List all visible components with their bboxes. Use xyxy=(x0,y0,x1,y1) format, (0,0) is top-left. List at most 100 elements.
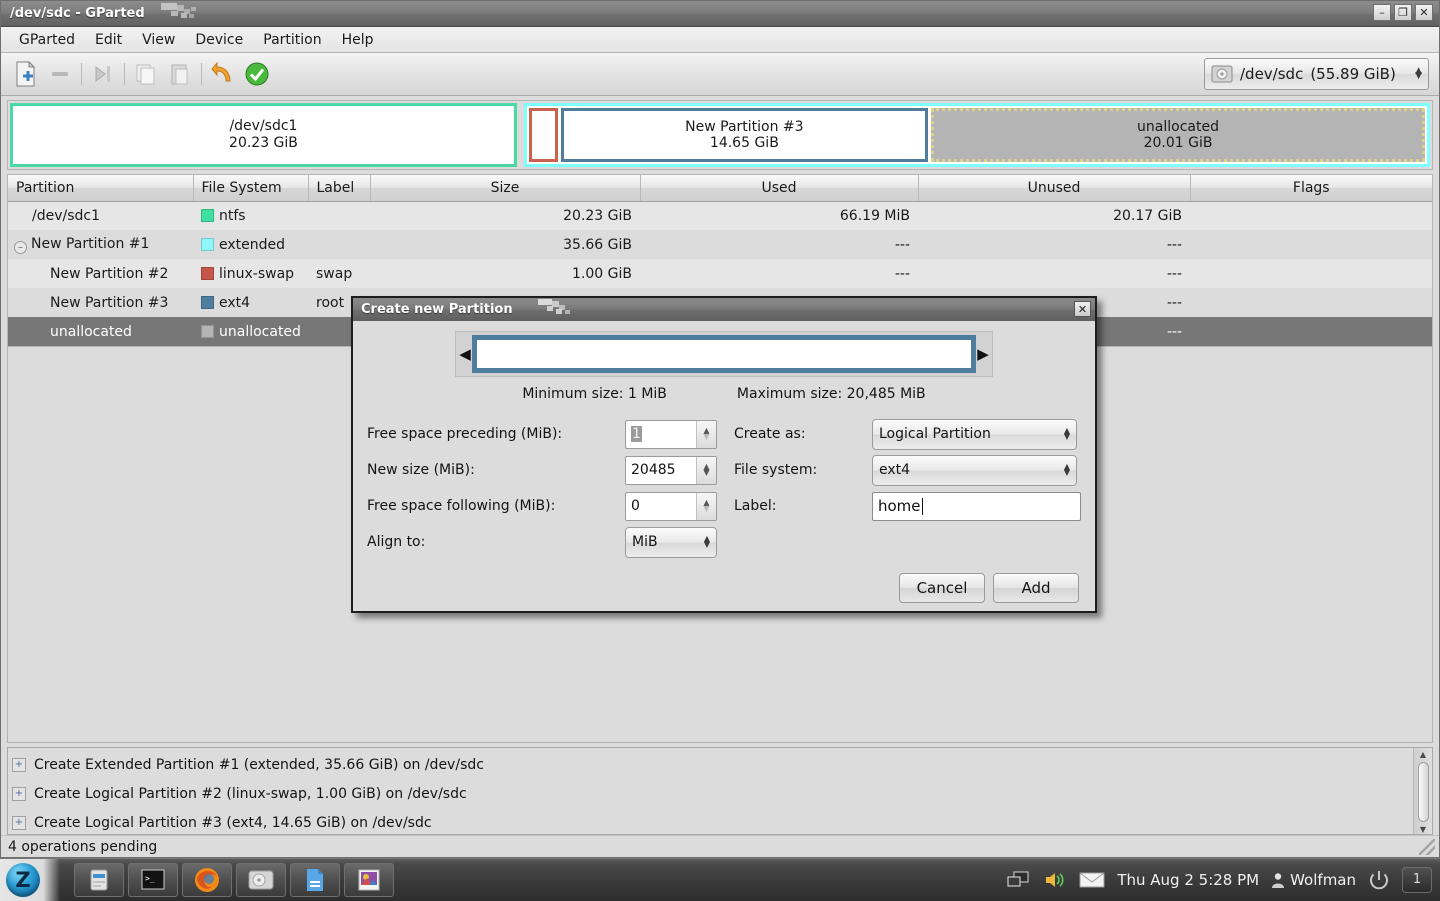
menu-help[interactable]: Help xyxy=(332,29,384,51)
image-viewer-button[interactable] xyxy=(344,862,394,897)
column-header-partition[interactable]: Partition xyxy=(8,175,194,202)
column-header-used[interactable]: Used xyxy=(640,175,919,202)
close-button[interactable]: ✕ xyxy=(1415,4,1433,21)
label-row: Label: home xyxy=(734,488,1081,524)
disk-block-extended[interactable]: New Partition #3 14.65 GiB unallocated 2… xyxy=(524,103,1430,167)
list-item[interactable]: + Create Logical Partition #3 (ext4, 14.… xyxy=(12,808,1413,837)
disk-block-sdc1[interactable]: /dev/sdc1 20.23 GiB xyxy=(10,103,517,167)
apply-button[interactable] xyxy=(240,58,274,90)
column-header-unused[interactable]: Unused xyxy=(918,175,1191,202)
menu-gparted[interactable]: GParted xyxy=(9,29,85,51)
label-input[interactable]: home xyxy=(872,491,1081,521)
start-menu-button[interactable]: Z xyxy=(0,858,60,901)
new-size-stepper[interactable]: ▲ ▼ xyxy=(696,456,716,484)
column-header-label[interactable]: Label xyxy=(308,175,371,202)
create-as-select[interactable]: Logical Partition ▲ ▼ xyxy=(872,418,1077,450)
cell-filesystem: ext4 xyxy=(193,288,308,317)
column-header-flags[interactable]: Flags xyxy=(1190,175,1432,202)
scrollbar-thumb[interactable] xyxy=(1417,762,1429,822)
maximize-button[interactable]: ❐ xyxy=(1394,4,1412,21)
disk-utility-button[interactable] xyxy=(236,862,286,897)
document-viewer-button[interactable] xyxy=(290,862,340,897)
pending-operations-list: + Create Extended Partition #1 (extended… xyxy=(8,748,1413,834)
create-as-caret-icon[interactable]: ▲ ▼ xyxy=(1064,427,1070,441)
workspace-switcher[interactable]: 1 xyxy=(1402,866,1432,893)
menu-view[interactable]: View xyxy=(132,29,185,51)
align-to-select[interactable]: MiB ▲ ▼ xyxy=(625,526,717,558)
file-manager-button[interactable] xyxy=(74,862,124,897)
free-space-preceding-stepper[interactable]: ▲ ▼ xyxy=(696,420,716,448)
add-button[interactable]: Add xyxy=(993,573,1079,603)
resize-handle-left-icon[interactable]: ◀ xyxy=(458,345,472,363)
partition-name: New Partition #1 xyxy=(31,235,150,252)
device-selector[interactable]: /dev/sdc (55.89 GiB) ▲ ▼ xyxy=(1204,58,1429,90)
column-header-filesystem[interactable]: File System xyxy=(193,175,309,202)
table-row[interactable]: New Partition #2 linux-swap swap 1.00 Gi… xyxy=(8,259,1432,288)
filesystem-color-swatch xyxy=(201,208,214,222)
free-space-following-input[interactable]: 0 ▲ ▼ xyxy=(625,491,717,521)
mail-icon[interactable] xyxy=(1079,871,1105,889)
delete-partition-button[interactable] xyxy=(43,58,77,90)
cell-unused: --- xyxy=(918,259,1190,288)
file-system-label: File system: xyxy=(734,462,818,478)
device-name: /dev/sdc xyxy=(1240,65,1304,83)
free-space-following-label: Free space following (MiB): xyxy=(367,498,556,514)
firefox-button[interactable] xyxy=(182,862,232,897)
partition-size-widget[interactable]: ◀ ▶ xyxy=(455,331,993,377)
menu-partition[interactable]: Partition xyxy=(253,29,331,51)
terminal-button[interactable]: >_ xyxy=(128,862,178,897)
list-item[interactable]: + Create Logical Partition #2 (linux-swa… xyxy=(12,779,1413,808)
resize-move-button[interactable] xyxy=(86,58,120,90)
file-system-caret-icon[interactable]: ▲ ▼ xyxy=(1064,463,1070,477)
list-item[interactable]: + Create Extended Partition #1 (extended… xyxy=(12,750,1413,779)
new-size-input[interactable]: 20485 ▲ ▼ xyxy=(625,455,717,485)
new-partition-button[interactable] xyxy=(9,58,43,90)
text-cursor xyxy=(921,497,923,515)
operations-scrollbar[interactable]: ▲ ▼ xyxy=(1413,748,1432,834)
toolbar-separator-2 xyxy=(124,63,125,85)
status-bar: 4 operations pending xyxy=(1,835,1439,857)
dialog-titlebar[interactable]: Create new Partition ✕ xyxy=(353,298,1095,321)
scroll-up-icon[interactable]: ▲ xyxy=(1420,750,1426,759)
cell-partition: New Partition #3 xyxy=(8,288,193,317)
disk-block-newpart3[interactable]: New Partition #3 14.65 GiB xyxy=(560,108,929,162)
table-row[interactable]: – New Partition #1 extended 35.66 GiB ---… xyxy=(8,230,1432,259)
free-space-following-stepper[interactable]: ▲ ▼ xyxy=(696,492,716,520)
resize-handle-right-icon[interactable]: ▶ xyxy=(976,345,990,363)
disk-block-newpart3-size: 14.65 GiB xyxy=(709,135,779,151)
new-document-icon xyxy=(16,61,36,87)
menu-edit[interactable]: Edit xyxy=(85,29,132,51)
cell-partition: unallocated xyxy=(8,317,193,346)
minus-icon xyxy=(52,72,68,76)
menu-device[interactable]: Device xyxy=(185,29,253,51)
file-system-select[interactable]: ext4 ▲ ▼ xyxy=(872,454,1077,486)
cell-unused: --- xyxy=(918,230,1190,259)
undo-button[interactable] xyxy=(206,58,240,90)
align-to-caret-icon[interactable]: ▲ ▼ xyxy=(704,535,710,549)
create-partition-icon: + xyxy=(12,786,26,801)
cancel-button[interactable]: Cancel xyxy=(899,573,985,603)
device-spin-arrows[interactable]: ▲ ▼ xyxy=(1409,66,1422,81)
partition-size-fill[interactable] xyxy=(472,335,976,373)
volume-icon[interactable] xyxy=(1043,870,1067,890)
dialog-close-button[interactable]: ✕ xyxy=(1074,301,1091,317)
column-header-size[interactable]: Size xyxy=(370,175,641,202)
toolbar-separator xyxy=(81,63,82,85)
user-menu[interactable]: Wolfman xyxy=(1271,871,1356,889)
table-row[interactable]: /dev/sdc1 ntfs 20.23 GiB 66.19 MiB 20.17… xyxy=(8,201,1432,230)
tree-expander-icon[interactable]: – xyxy=(14,240,27,254)
copy-button[interactable] xyxy=(129,58,163,90)
power-icon[interactable] xyxy=(1368,869,1390,891)
free-space-preceding-value-wrap: 1 xyxy=(626,421,696,448)
minimize-button[interactable]: – xyxy=(1373,4,1391,21)
scroll-down-icon[interactable]: ▼ xyxy=(1420,825,1426,834)
resize-grip-icon[interactable] xyxy=(1419,838,1435,855)
window-titlebar[interactable]: /dev/sdc - GParted – ❐ ✕ xyxy=(1,1,1439,27)
disk-block-unallocated[interactable]: unallocated 20.01 GiB xyxy=(931,108,1425,162)
clock[interactable]: Thu Aug 2 5:28 PM xyxy=(1117,871,1259,889)
network-monitor-icon[interactable] xyxy=(1007,870,1031,890)
free-space-preceding-input[interactable]: 1 ▲ ▼ xyxy=(625,419,717,449)
disk-block-swap[interactable] xyxy=(529,108,558,162)
cell-filesystem: linux-swap xyxy=(193,259,308,288)
paste-button[interactable] xyxy=(163,58,197,90)
